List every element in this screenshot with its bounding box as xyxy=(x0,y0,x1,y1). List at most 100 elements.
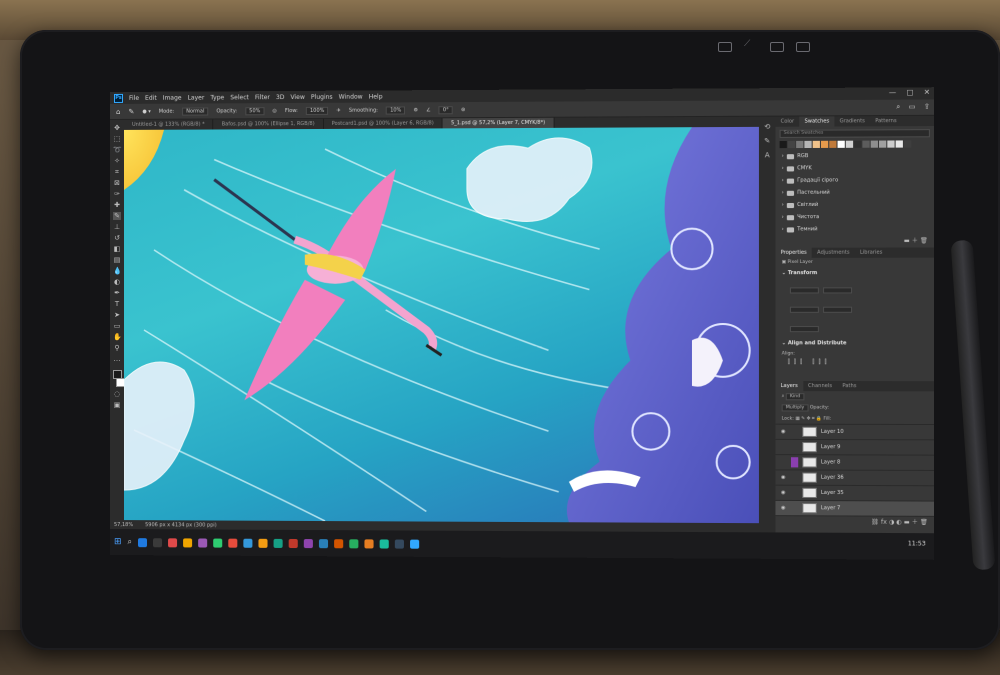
gradient-tool-icon[interactable]: ▤ xyxy=(113,256,121,264)
tab-paths[interactable]: Paths xyxy=(837,381,861,391)
swatch-folder-rgb[interactable]: › RGB xyxy=(775,149,934,162)
maximize-icon[interactable]: □ xyxy=(907,88,914,96)
x-input[interactable] xyxy=(790,307,819,313)
quick-select-tool-icon[interactable]: ✧ xyxy=(113,157,121,165)
taskbar-app-icon[interactable] xyxy=(138,538,147,547)
swatch-folder-pastel[interactable]: › Пастельний xyxy=(775,186,934,199)
color-swatch[interactable] xyxy=(879,141,886,148)
menu-view[interactable]: View xyxy=(290,93,304,100)
tab-swatches[interactable]: Swatches xyxy=(799,116,834,126)
taskbar-app-icon[interactable] xyxy=(304,539,313,548)
tab-color[interactable]: Color xyxy=(775,117,799,127)
tablet-menu-icon[interactable] xyxy=(718,42,732,52)
layer-row[interactable]: Layer 9 xyxy=(775,439,934,455)
tab-channels[interactable]: Channels xyxy=(803,381,837,391)
taskbar-app-icon[interactable] xyxy=(334,539,343,548)
color-swatch[interactable] xyxy=(821,141,828,148)
tab-gradients[interactable]: Gradients xyxy=(834,116,870,126)
color-swatch[interactable] xyxy=(904,140,911,147)
brush-preset-picker[interactable]: ● ▾ xyxy=(142,108,150,114)
menu-file[interactable]: File xyxy=(129,94,139,101)
zoom-tool-icon[interactable]: ⚲ xyxy=(113,344,121,352)
delete-layer-icon[interactable]: 🗑 xyxy=(920,519,928,526)
visibility-eye-icon[interactable]: ◉ xyxy=(780,429,787,435)
lock-icons[interactable]: ▦ ✎ ✥ ⌗ 🔒 xyxy=(795,417,822,422)
pressure-opacity-icon[interactable]: ◎ xyxy=(272,108,276,114)
color-swatch[interactable] xyxy=(871,141,878,148)
tab-layers[interactable]: Layers xyxy=(775,381,802,391)
opacity-input[interactable]: 50% xyxy=(245,107,264,115)
eyedropper-tool-icon[interactable]: ✑ xyxy=(113,190,121,198)
blend-mode-select[interactable]: Multiply xyxy=(782,404,809,411)
taskbar-app-icon[interactable] xyxy=(228,538,237,547)
taskbar-app-icon[interactable] xyxy=(243,538,252,547)
path-select-icon[interactable]: ➤ xyxy=(113,311,121,319)
color-swatch[interactable] xyxy=(862,141,869,148)
kind-filter-select[interactable]: Kind xyxy=(786,393,805,400)
taskbar-app-icon[interactable] xyxy=(319,539,328,548)
document-canvas[interactable] xyxy=(124,127,759,523)
more-tools-icon[interactable]: … xyxy=(113,355,121,363)
color-swatch[interactable] xyxy=(829,141,836,148)
taskbar-app-icon[interactable] xyxy=(258,538,267,547)
pen-tool-icon[interactable]: ✒ xyxy=(113,289,121,297)
angle-input-transform[interactable] xyxy=(790,326,819,332)
share-icon[interactable]: ⇪ xyxy=(924,103,930,112)
home-icon[interactable]: ⌂ xyxy=(116,107,120,115)
search-icon[interactable]: ⌕ xyxy=(896,103,900,112)
layer-row[interactable]: ◉ Layer 35 xyxy=(775,485,934,501)
layer-row[interactable]: ◉ Layer 7 xyxy=(775,500,934,516)
mode-select[interactable]: Normal xyxy=(182,107,208,115)
taskbar-app-icon[interactable] xyxy=(274,538,283,547)
tab-5-1[interactable]: 5_1.psd @ 57,2% (Layer 7, CMYK/8*) xyxy=(443,118,554,129)
swatch-search-input[interactable]: Search Swatches xyxy=(780,129,930,138)
smoothing-options-icon[interactable]: ⚙ xyxy=(414,107,419,113)
tab-untitled-1[interactable]: Untitled-1 @ 133% (RGB/8) * xyxy=(124,119,214,129)
tab-bafos[interactable]: Bafos.psd @ 100% (Ellipse 1, RGB/8) xyxy=(214,119,324,130)
tablet-settings-icon[interactable]: ⟋ xyxy=(744,39,758,49)
color-swatch[interactable] xyxy=(896,140,903,147)
new-group-icon[interactable]: ▬ xyxy=(904,237,910,244)
history-panel-icon[interactable]: ⟲ xyxy=(764,123,770,131)
taskbar-app-icon[interactable] xyxy=(395,539,404,548)
tab-libraries[interactable]: Libraries xyxy=(855,248,888,258)
menu-help[interactable]: Help xyxy=(369,93,383,100)
taskbar-app-icon[interactable] xyxy=(213,538,222,547)
character-panel-icon[interactable]: A xyxy=(765,151,770,159)
layer-row[interactable]: Layer 8 xyxy=(775,454,934,470)
color-swatch[interactable] xyxy=(838,141,845,148)
move-tool-icon[interactable]: ✥ xyxy=(113,124,121,132)
adjustment-icon[interactable]: ◐ xyxy=(896,519,901,526)
angle-input[interactable]: 0° xyxy=(439,106,453,114)
height-input[interactable] xyxy=(823,287,852,293)
healing-tool-icon[interactable]: ✚ xyxy=(113,201,121,209)
taskbar-app-icon[interactable] xyxy=(168,538,177,547)
tab-properties[interactable]: Properties xyxy=(775,248,811,258)
brush-tool-icon-active[interactable]: ✎ xyxy=(113,212,121,220)
taskbar-app-icon[interactable] xyxy=(183,538,192,547)
system-clock[interactable]: 11:53 xyxy=(908,540,926,547)
layer-row[interactable]: ◉ Layer 36 xyxy=(775,469,934,485)
swatch-folder-pure[interactable]: › Чистота xyxy=(775,211,934,224)
search-icon-taskbar[interactable]: ⌕ xyxy=(128,537,132,547)
stamp-tool-icon[interactable]: ⊥ xyxy=(113,223,121,231)
color-swatch[interactable] xyxy=(887,140,894,147)
brush-settings-icon[interactable]: ✎ xyxy=(764,137,770,145)
blur-tool-icon[interactable]: 💧 xyxy=(113,267,121,275)
menu-window[interactable]: Window xyxy=(339,93,363,100)
color-swatch[interactable] xyxy=(788,141,795,148)
color-swatch[interactable] xyxy=(780,141,787,148)
taskbar-app-icon[interactable] xyxy=(289,538,298,547)
document-info[interactable]: 5906 px x 4134 px (300 ppi) xyxy=(145,522,217,528)
symmetry-icon[interactable]: ⊛ xyxy=(461,107,465,113)
menu-layer[interactable]: Layer xyxy=(188,94,205,101)
screen-mode-icon[interactable]: ▣ xyxy=(113,401,121,409)
align-buttons[interactable]: ⫿⫿⫿ ⫿⫿⫿ xyxy=(775,359,934,367)
swatch-folder-cmyk[interactable]: › CMYK xyxy=(775,162,934,175)
swatch-folder-light[interactable]: › Світлий xyxy=(775,198,934,211)
color-swatch[interactable] xyxy=(804,141,811,148)
flow-input[interactable]: 100% xyxy=(306,106,329,114)
menu-3d[interactable]: 3D xyxy=(276,94,285,101)
hand-tool-icon[interactable]: ✋ xyxy=(113,333,121,341)
menu-type[interactable]: Type xyxy=(210,94,224,101)
